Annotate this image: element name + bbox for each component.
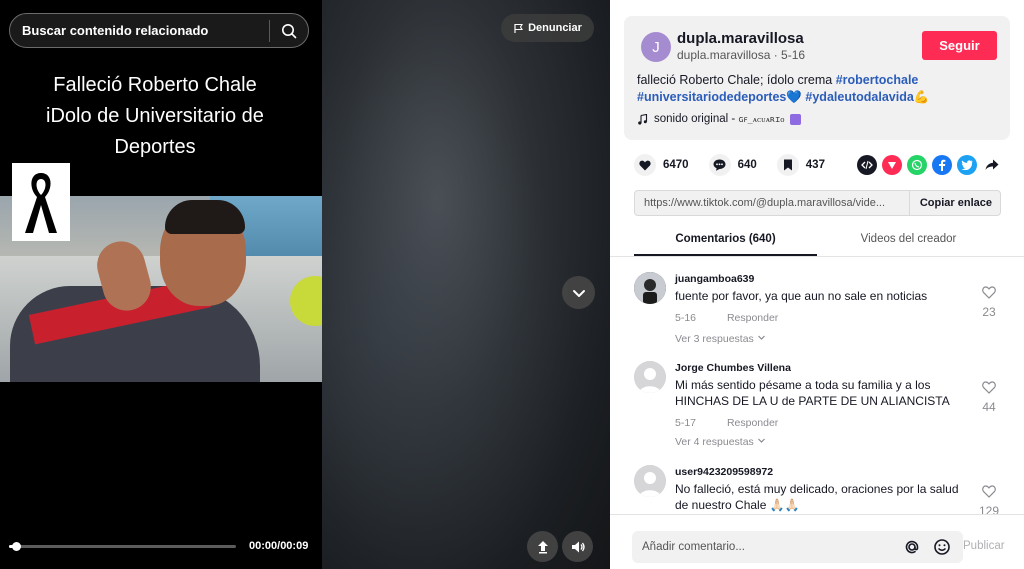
like-count: 6470 [663, 159, 689, 171]
video-frame[interactable]: Buscar contenido relacionado Falleció Ro… [0, 0, 322, 569]
bookmark-icon[interactable] [776, 154, 799, 176]
search-box[interactable]: Buscar contenido relacionado [9, 13, 309, 48]
heart-icon[interactable] [634, 154, 656, 176]
report-button[interactable]: Denunciar [501, 14, 594, 42]
hashtag-link[interactable]: #ydaleutodalavida💪 [805, 90, 929, 104]
report-label: Denunciar [528, 22, 582, 34]
title-line-1: Falleció Roberto Chale [53, 74, 257, 96]
send-to-friends-icon[interactable] [882, 155, 902, 175]
progress-handle[interactable] [11, 542, 21, 551]
tab-divider [610, 256, 1024, 257]
save-stat[interactable]: 437 [776, 154, 825, 176]
video-caption: falleció Roberto Chale; ídolo crema #rob… [637, 72, 997, 106]
comment-meta: 5-16 Responder [675, 312, 778, 324]
comment-item: juangamboa639 fuente por favor, ya que a… [634, 272, 1004, 352]
time-readout: 00:00/00:09 [249, 540, 309, 552]
search-input[interactable]: Buscar contenido relacionado [10, 23, 269, 38]
sound-link[interactable]: sonido original - ɢꜰ_ᴀᴄᴜᴀʀɪᴏ [637, 113, 802, 125]
heart-outline-icon[interactable] [982, 485, 996, 498]
comment-like[interactable]: 44 [974, 381, 1004, 414]
creator-handle-date: dupla.maravillosa · 5-16 [677, 48, 806, 62]
comment-username[interactable]: user9423209598972 [675, 466, 773, 478]
sound-label: sonido original - [654, 113, 739, 125]
mention-icon[interactable] [903, 538, 921, 556]
comment-username[interactable]: Jorge Chumbes Villena [675, 362, 791, 374]
chevron-down-icon [757, 438, 765, 443]
comment-item: user9423209598972 No falleció, está muy … [634, 465, 1004, 518]
reply-button[interactable]: Responder [727, 417, 778, 429]
title-line-3: Deportes [114, 136, 196, 158]
mourning-ribbon-icon [12, 163, 70, 241]
embed-icon[interactable] [857, 155, 877, 175]
comment-date: 5-17 [675, 417, 697, 429]
comment-text: Mi más sentido pésame a toda su familia … [675, 378, 950, 408]
view-replies-label: Ver 3 respuestas [675, 333, 754, 345]
chevron-down-icon [572, 289, 585, 297]
flag-icon [514, 23, 524, 33]
comment-date: 5-16 [675, 312, 697, 324]
view-replies-button[interactable]: Ver 4 respuestas [675, 436, 766, 448]
view-replies-button[interactable]: Ver 3 respuestas [675, 333, 766, 345]
stats-row: 6470 640 437 [634, 153, 845, 177]
like-stat[interactable]: 6470 [634, 154, 689, 176]
chevron-down-icon [757, 335, 765, 340]
search-icon[interactable] [270, 14, 308, 47]
comment-like-count: 23 [982, 305, 996, 319]
avatar[interactable] [634, 361, 666, 393]
save-count: 437 [805, 159, 825, 171]
comment-stat[interactable]: 640 [708, 154, 757, 176]
next-video-button[interactable] [562, 276, 595, 309]
heart-outline-icon[interactable] [982, 286, 996, 299]
music-note-icon [638, 113, 648, 125]
video-overlay-title: Falleció Roberto Chale iDolo de Universi… [0, 70, 310, 163]
follow-button[interactable]: Seguir [922, 31, 997, 60]
hashtag-link[interactable]: #universitariodedeportes💙 [637, 90, 802, 104]
emoji-icon[interactable] [933, 538, 951, 556]
post-button[interactable]: Publicar [963, 540, 1005, 552]
copy-link-button[interactable]: Copiar enlace [908, 191, 1000, 215]
comment-username[interactable]: juangamboa639 [675, 273, 754, 285]
comment-like[interactable]: 23 [974, 286, 1004, 319]
reply-button[interactable]: Responder [727, 312, 778, 324]
share-link-url[interactable]: https://www.tiktok.com/@dupla.maravillos… [635, 197, 909, 209]
share-row [857, 155, 1002, 175]
comment-placeholder[interactable]: Añadir comentario... [632, 541, 903, 553]
avatar[interactable] [634, 272, 666, 304]
share-arrow-icon[interactable] [982, 155, 1002, 175]
caption-text: falleció Roberto Chale; ídolo crema [637, 73, 836, 87]
volume-button[interactable] [562, 531, 593, 562]
facebook-icon[interactable] [932, 155, 952, 175]
comment-bar: Añadir comentario... Publicar [610, 514, 1024, 569]
avatar[interactable]: J [641, 32, 671, 62]
sound-badge-icon [790, 113, 802, 125]
twitter-icon[interactable] [957, 155, 977, 175]
comment-count: 640 [737, 159, 757, 171]
comment-text: No falleció, está muy delicado, oracione… [675, 482, 959, 512]
progress-bar[interactable] [9, 542, 236, 551]
volume-icon [571, 541, 585, 552]
view-replies-label: Ver 4 respuestas [675, 436, 754, 448]
comment-meta: 5-17 Responder [675, 417, 778, 429]
floating-player-icon [537, 540, 548, 553]
share-link-box: https://www.tiktok.com/@dupla.maravillos… [634, 190, 1001, 216]
comment-text: fuente por favor, ya que aun no sale en … [675, 289, 928, 303]
comment-like-count: 44 [982, 400, 996, 414]
tab-creator-videos[interactable]: Videos del creador [817, 226, 1000, 256]
creator-name[interactable]: dupla.maravillosa [677, 30, 804, 47]
comment-icon[interactable] [708, 154, 731, 176]
comment-input[interactable]: Añadir comentario... [632, 531, 963, 563]
comment-item: Jorge Chumbes Villena Mi más sentido pés… [634, 361, 1004, 451]
details-panel: J dupla.maravillosa dupla.maravillosa · … [610, 0, 1024, 569]
sound-author: ɢꜰ_ᴀᴄᴜᴀʀɪᴏ [738, 115, 785, 125]
title-line-2: iDolo de Universitario de [46, 105, 264, 127]
heart-outline-icon[interactable] [982, 381, 996, 394]
hashtag-link[interactable]: #robertochale [836, 73, 919, 87]
video-area[interactable]: Buscar contenido relacionado Falleció Ro… [0, 0, 610, 569]
tab-comments[interactable]: Comentarios (640) [634, 226, 817, 256]
floating-player-button[interactable] [527, 531, 558, 562]
creator-card: J dupla.maravillosa dupla.maravillosa · … [624, 16, 1010, 140]
avatar[interactable] [634, 465, 666, 497]
whatsapp-icon[interactable] [907, 155, 927, 175]
